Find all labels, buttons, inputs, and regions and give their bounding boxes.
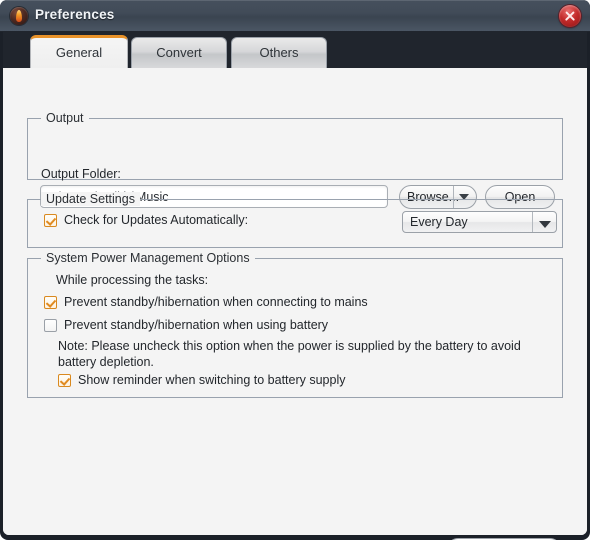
output-folder-label: Output Folder: [41,167,121,181]
chevron-down-icon [539,221,551,228]
update-frequency-dropdown-button[interactable] [532,212,556,232]
prevent-standby-mains-checkbox[interactable] [44,295,57,309]
close-icon[interactable] [559,5,581,27]
tab-others[interactable]: Others [231,37,327,68]
prevent-standby-battery-checkbox[interactable] [44,318,57,332]
update-frequency-value: Every Day [410,215,468,229]
prevent-standby-battery-row[interactable]: Prevent standby/hibernation when using b… [44,318,328,332]
window-title: Preferences [35,7,115,22]
battery-note-text: Note: Please uncheck this option when th… [58,339,521,369]
show-reminder-label: Show reminder when switching to battery … [78,373,346,387]
update-frequency-select[interactable]: Every Day [402,211,557,233]
show-reminder-checkbox[interactable] [58,373,71,387]
check-updates-label: Check for Updates Automatically: [64,213,249,227]
title-bar: Preferences [0,0,590,32]
check-updates-row[interactable]: Check for Updates Automatically: [44,213,248,227]
tab-panel-general: Output Output Folder: Browse... Open Upd… [3,68,587,540]
prevent-standby-battery-label: Prevent standby/hibernation when using b… [64,318,329,332]
prevent-standby-mains-label: Prevent standby/hibernation when connect… [64,295,368,309]
flame-icon [10,7,28,25]
preferences-window: Preferences General Convert Others Outpu… [0,0,590,540]
power-intro-label: While processing the tasks: [56,273,209,287]
group-update-settings-title: Update Settings [41,192,140,206]
group-power-management-title: System Power Management Options [41,251,255,265]
show-reminder-row[interactable]: Show reminder when switching to battery … [58,373,346,387]
tab-strip: General Convert Others [3,32,587,68]
flame-icon-shape [16,10,22,22]
tab-convert[interactable]: Convert [131,37,227,68]
tab-general[interactable]: General [30,35,128,68]
client-area: General Convert Others Output Output Fol… [3,32,587,540]
prevent-standby-mains-row[interactable]: Prevent standby/hibernation when connect… [44,295,368,309]
group-output-title: Output [41,111,89,125]
check-updates-checkbox[interactable] [44,213,57,227]
titlebar-highlight [0,0,590,1]
